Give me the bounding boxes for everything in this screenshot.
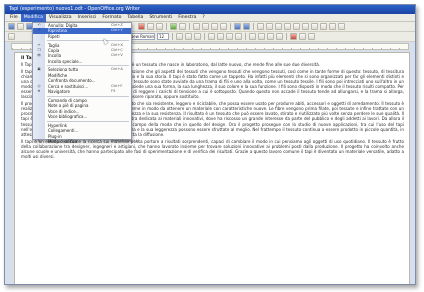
page-preview-icon[interactable] — [156, 23, 163, 30]
find-replace-icon[interactable] — [284, 23, 291, 30]
font-size-combo[interactable]: 12 — [157, 33, 169, 40]
hyperlink-icon[interactable] — [257, 23, 264, 30]
increase-indent-icon[interactable] — [276, 33, 283, 40]
menu-separator — [47, 65, 129, 67]
menu-separator — [47, 95, 129, 97]
menu-finestra[interactable]: Finestra — [175, 14, 199, 22]
help-icon[interactable] — [338, 23, 345, 30]
paste-icon: ▤ — [37, 53, 41, 58]
numbering-icon[interactable] — [249, 33, 256, 40]
redo-icon[interactable] — [243, 23, 250, 30]
italic-icon[interactable] — [185, 33, 192, 40]
menu-bar: File Modifica Visualizza Inserisci Forma… — [5, 13, 415, 22]
menu-separator — [47, 120, 129, 122]
spellcheck-icon[interactable] — [170, 23, 177, 30]
autospellcheck-icon[interactable] — [179, 23, 186, 30]
format-paintbrush-icon[interactable] — [220, 23, 227, 30]
menu-inserisci[interactable]: Inserisci — [75, 14, 100, 22]
paste-icon[interactable] — [211, 23, 218, 30]
menu-item-label: Voce bibliografica... — [48, 113, 88, 119]
menu-item-shortcut: Ctrl+Maiusc+M — [111, 138, 139, 143]
menu-item-label: Navigatore — [48, 89, 70, 95]
menu-visualizza[interactable]: Visualizza — [46, 14, 75, 22]
menu-item-shortcut — [111, 59, 131, 64]
menu-item-label: Incolla speciale... — [48, 58, 83, 64]
copy-icon[interactable] — [202, 23, 209, 30]
bullets-icon[interactable] — [258, 33, 265, 40]
zoom-icon[interactable] — [329, 23, 336, 30]
menu-item[interactable]: Incolla speciale... — [33, 59, 131, 64]
menu-item[interactable]: ✎ Modo modifica Ctrl+Maiusc+M — [33, 138, 139, 144]
decrease-indent-icon[interactable] — [267, 33, 274, 40]
edit-mode-icon: ✎ — [37, 138, 41, 143]
menu-modifica[interactable]: Modifica — [20, 13, 46, 22]
underline-icon[interactable] — [194, 33, 201, 40]
copy-icon: ❐ — [37, 47, 41, 52]
edit-menu-dropdown: ↶ Annulla: Digita Ctrl+Z ↷ Ripristina Ctrl+Y R… — [32, 22, 139, 144]
select-all-icon: ▣ — [37, 67, 41, 72]
scissors-icon: ✂ — [37, 42, 41, 47]
menu-item-shortcut — [111, 114, 131, 119]
menu-item-shortcut: F5 — [111, 89, 116, 94]
menu-tabella[interactable]: Tabella — [124, 14, 146, 22]
undo-icon: ↶ — [37, 23, 41, 27]
menu-formato[interactable]: Formato — [99, 14, 124, 22]
menu-item[interactable]: Ripeti — [33, 34, 131, 39]
nonprinting-chars-icon[interactable] — [320, 23, 327, 30]
align-center-icon[interactable] — [217, 33, 224, 40]
stylist-icon[interactable] — [8, 33, 15, 40]
binoculars-icon: ◎ — [37, 83, 41, 88]
menu-file[interactable]: File — [7, 14, 21, 22]
align-justify-icon[interactable] — [235, 33, 242, 40]
new-document-icon[interactable] — [8, 23, 15, 30]
pdf-export-icon[interactable] — [138, 23, 145, 30]
menu-separator — [47, 40, 129, 42]
print-icon[interactable] — [147, 23, 154, 30]
draw-functions-icon[interactable] — [275, 23, 282, 30]
menu-item[interactable]: Voce bibliografica... — [33, 114, 131, 119]
gallery-icon[interactable] — [302, 23, 309, 30]
open-icon[interactable] — [17, 23, 24, 30]
menu-strumenti[interactable]: Strumenti — [146, 14, 175, 22]
align-right-icon[interactable] — [226, 33, 233, 40]
table-icon[interactable] — [266, 23, 273, 30]
redo-icon: ↷ — [37, 28, 41, 33]
highlighting-icon[interactable] — [299, 33, 306, 40]
app-window: Tapi (esperimento) nuovo1.odt - OpenOffi… — [4, 4, 416, 285]
undo-icon[interactable] — [234, 23, 241, 30]
bold-icon[interactable] — [176, 33, 183, 40]
menu-item[interactable]: ⊕ Navigatore F5 — [33, 89, 131, 94]
cut-icon[interactable] — [193, 23, 200, 30]
font-color-icon[interactable] — [290, 33, 297, 40]
menu-item-label: Modo modifica — [48, 138, 78, 144]
data-sources-icon[interactable] — [311, 23, 318, 30]
menu-help[interactable]: ? — [199, 14, 207, 22]
align-left-icon[interactable] — [208, 33, 215, 40]
background-color-icon[interactable] — [308, 33, 315, 40]
navigator-icon: ⊕ — [37, 89, 41, 94]
menu-item-shortcut — [111, 34, 131, 39]
navigator-icon[interactable] — [293, 23, 300, 30]
